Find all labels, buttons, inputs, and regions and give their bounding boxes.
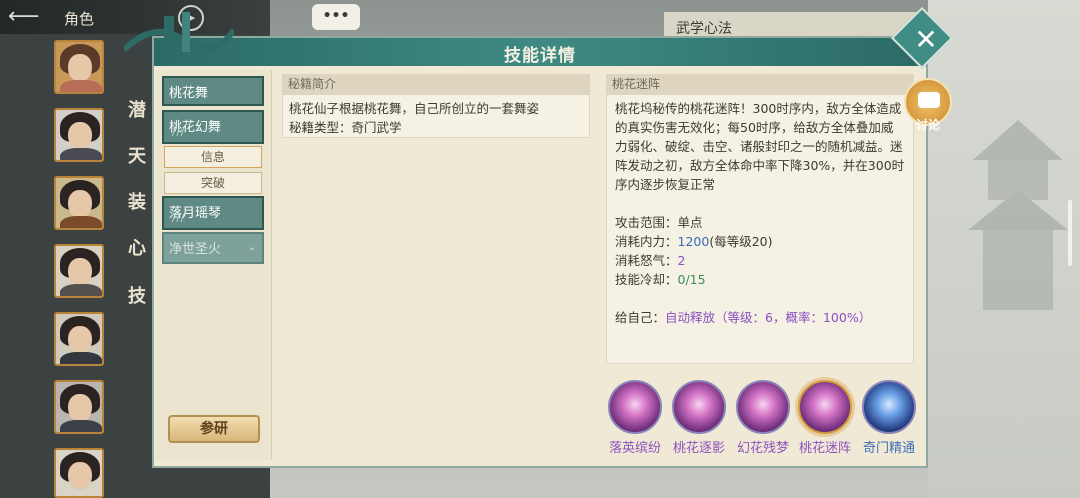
skill-name: 奇门精通 — [862, 441, 915, 456]
modal-title: 技能详情 — [504, 46, 576, 66]
mp-cost-extra: (每等级20) — [709, 234, 773, 249]
detail-header: 桃花迷阵 — [606, 74, 914, 94]
discuss-label: 讨论 — [915, 118, 940, 132]
cooldown-value: 0/15 — [677, 272, 706, 287]
ornament-icon — [124, 12, 234, 53]
mp-cost-value: 1200 — [677, 234, 710, 249]
close-icon[interactable]: ✕ — [904, 20, 948, 60]
skill-icon[interactable] — [608, 380, 662, 434]
miji-type-value: 奇门武学 — [351, 120, 402, 135]
skill-icon[interactable] — [736, 380, 790, 434]
skill-detail-box: 桃花坞秘传的桃花迷阵！300时序内，敌方全体造成的真实伤害无效化；每50时序，给… — [606, 94, 914, 364]
skill-tab[interactable]: 净世圣火 ⌄ — [162, 232, 264, 264]
info-button[interactable]: 信息 — [164, 146, 262, 168]
skill-tab[interactable]: 桃花舞 — [162, 76, 264, 106]
wuxue-title: 武学心法 — [676, 21, 732, 37]
skill-icon-selected[interactable] — [798, 380, 852, 434]
skill-tab-label: 桃花舞 — [169, 86, 209, 101]
character-portrait[interactable] — [54, 448, 104, 498]
character-portrait[interactable] — [54, 108, 104, 162]
chat-bubble-icon[interactable]: ••• — [312, 4, 360, 30]
miji-box: 桃花仙子根据桃花舞，自己所创立的一套舞姿 秘籍类型：奇门武学 — [282, 94, 590, 138]
pagoda-icon — [968, 120, 1068, 310]
chevron-down-icon: ⌄ — [247, 242, 256, 253]
character-portrait[interactable] — [54, 380, 104, 434]
cooldown-label: 技能冷却： — [615, 272, 678, 287]
level-bars: /// — [172, 127, 186, 138]
breakthrough-button[interactable]: 突破 — [164, 172, 262, 194]
scenery — [928, 0, 1080, 498]
skill-tab[interactable]: 桃花幻舞 /// — [162, 110, 264, 144]
side-tab-label[interactable]: 潜 — [128, 96, 146, 122]
character-portrait[interactable] — [54, 40, 104, 94]
miji-description: 桃花仙子根据桃花舞，自己所创立的一套舞姿 — [289, 101, 540, 116]
side-tab-label[interactable]: 技 — [128, 282, 146, 308]
mp-cost-label: 消耗内力： — [615, 234, 678, 249]
back-arrow-icon[interactable]: ⟵ — [8, 6, 48, 28]
side-tab-label[interactable]: 天 — [128, 142, 146, 168]
scrollbar[interactable] — [1068, 200, 1072, 266]
rage-cost-value: 2 — [677, 253, 686, 268]
side-tab-label[interactable]: 装 — [128, 188, 146, 214]
skill-description: 桃花坞秘传的桃花迷阵！300时序内，敌方全体造成的真实伤害无效化；每50时序，给… — [615, 101, 905, 192]
character-portrait[interactable] — [54, 244, 104, 298]
skill-icon[interactable] — [672, 380, 726, 434]
miji-type-label: 秘籍类型： — [289, 120, 352, 135]
skill-tab[interactable]: 落月瑶琴 /// — [162, 196, 264, 230]
speech-bubble-icon — [918, 92, 940, 108]
skill-tab-label: 净世圣火 — [169, 242, 222, 257]
self-effect-label: 给自己： — [615, 310, 666, 325]
modal-header: 技能详情 — [154, 38, 926, 66]
character-portrait[interactable] — [54, 312, 104, 366]
research-button[interactable]: 参研 — [168, 415, 260, 443]
attack-range-value: 单点 — [677, 215, 703, 230]
page-title: 角色 — [64, 10, 95, 28]
attack-range-label: 攻击范围： — [615, 215, 678, 230]
side-tab-label[interactable]: 心 — [128, 234, 146, 260]
miji-header: 秘籍简介 — [282, 74, 590, 94]
skill-icon[interactable] — [862, 380, 916, 434]
rage-cost-label: 消耗怒气： — [615, 253, 678, 268]
level-bars: /// — [172, 213, 186, 224]
character-portrait[interactable] — [54, 176, 104, 230]
self-effect-value: 自动释放（等级：6，概率：100%） — [665, 310, 872, 325]
